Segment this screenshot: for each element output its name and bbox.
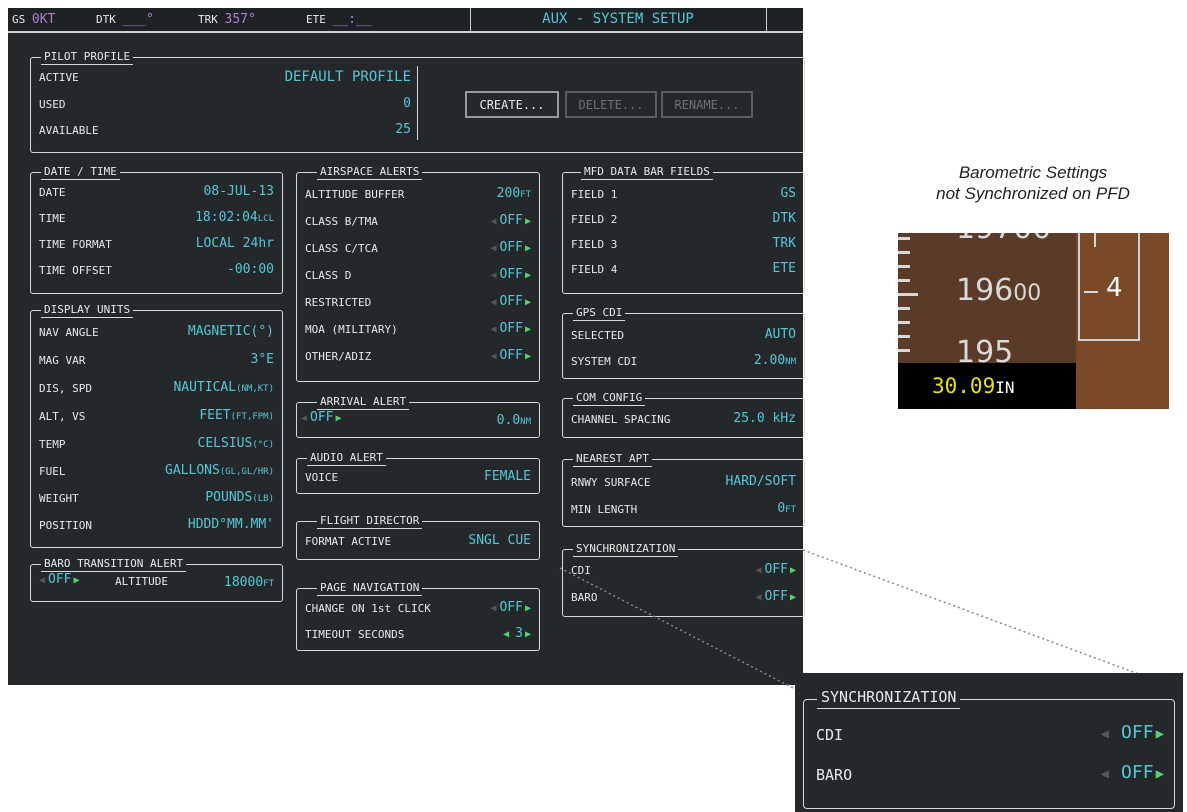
left-arrow-icon: ◀	[1100, 726, 1110, 742]
zoom-baro-row: BARO ◀ OFF ▶	[816, 760, 1164, 792]
synchronization-zoom-panel: SYNCHRONIZATION CDI ◀ OFF ▶ BARO ◀ OFF ▶	[803, 686, 1175, 809]
zoom-cdi-row: CDI ◀ OFF ▶	[816, 720, 1164, 752]
zoom-baro-toggle[interactable]: ◀ OFF ▶	[1101, 762, 1164, 783]
leader-line-right	[802, 549, 1183, 691]
zoom-baro-label: BARO	[816, 766, 853, 784]
right-arrow-icon: ▶	[1155, 766, 1164, 782]
right-arrow-icon: ▶	[1155, 726, 1164, 742]
panel-title: SYNCHRONIZATION	[817, 686, 961, 709]
synchronization-zoom-inset: SYNCHRONIZATION CDI ◀ OFF ▶ BARO ◀ OFF ▶	[795, 673, 1183, 812]
zoom-cdi-label: CDI	[816, 726, 844, 744]
left-arrow-icon: ◀	[1100, 766, 1110, 782]
zoom-cdi-toggle[interactable]: ◀ OFF ▶	[1101, 722, 1164, 743]
leader-line-left	[559, 567, 798, 691]
